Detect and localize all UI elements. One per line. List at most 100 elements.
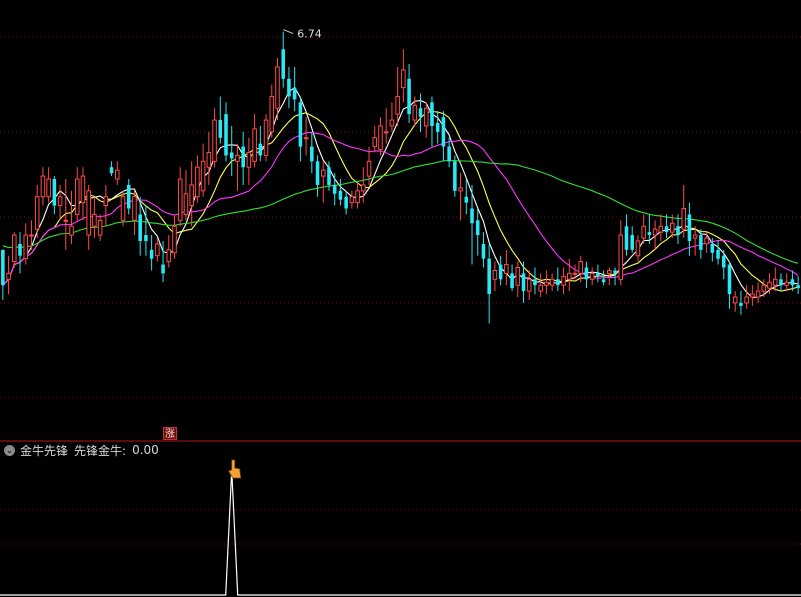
- candle-body: [630, 235, 634, 250]
- candle-body: [492, 269, 498, 280]
- candle-body: [120, 196, 126, 221]
- candle-body: [366, 160, 372, 177]
- candle-body: [126, 184, 131, 209]
- candle-body: [761, 284, 767, 292]
- candle-body: [584, 267, 589, 280]
- candle-body: [46, 178, 51, 198]
- candle-body: [664, 226, 669, 233]
- candle-body: [533, 279, 537, 286]
- candle-body: [647, 232, 652, 236]
- candle-body: [435, 123, 440, 132]
- ma-line-ma5: [2, 86, 799, 299]
- moving-average-lines: [2, 86, 799, 299]
- candle-body: [241, 146, 245, 168]
- candle-body: [218, 120, 223, 138]
- candle-body: [69, 225, 74, 236]
- kline-chart[interactable]: 6.74: [0, 0, 801, 597]
- candle-body: [732, 296, 738, 304]
- candle-body: [269, 95, 275, 133]
- high-price-label: 6.74: [297, 28, 322, 41]
- candle-body: [6, 272, 11, 280]
- candle-body: [395, 95, 400, 115]
- candle-body: [624, 226, 629, 250]
- candle-body: [430, 102, 434, 126]
- candle-body: [767, 281, 772, 289]
- candle-body: [658, 225, 664, 233]
- candle-body: [183, 193, 189, 215]
- candle-body: [412, 104, 418, 121]
- candle-body: [224, 114, 228, 156]
- candle-body: [727, 264, 732, 295]
- candle-body: [189, 184, 194, 207]
- grid-lines: [0, 36, 801, 545]
- candle-body: [613, 270, 617, 274]
- candle-body: [18, 243, 22, 256]
- candle-body: [1, 249, 5, 286]
- candle-body: [796, 285, 800, 289]
- indicator-name: 金牛先锋: [20, 443, 69, 458]
- candle-body: [132, 196, 137, 221]
- candle-body: [332, 184, 337, 194]
- candle-body: [40, 175, 46, 198]
- candle-body: [721, 255, 726, 268]
- candle-body: [441, 117, 446, 147]
- candle-body: [263, 119, 269, 156]
- candle-body: [526, 278, 532, 292]
- candle-body: [206, 151, 212, 168]
- candle-body: [338, 190, 343, 200]
- candle-body: [57, 196, 63, 207]
- candle-body: [372, 137, 378, 148]
- high-marker-arrow: [283, 29, 294, 35]
- high-price-marker: 6.74: [283, 28, 322, 41]
- candle-body: [355, 190, 360, 204]
- candle-body: [138, 214, 142, 241]
- candle-body: [275, 66, 280, 109]
- candles: [1, 31, 800, 324]
- candle-body: [504, 264, 509, 274]
- candle-body: [790, 279, 795, 286]
- candle-body: [521, 273, 526, 292]
- candle-body: [567, 272, 572, 280]
- candle-body: [74, 178, 80, 215]
- candle-body: [12, 234, 17, 263]
- candle-body: [676, 226, 680, 236]
- signal-marker-zhang: 涨: [163, 427, 177, 440]
- candle-body: [418, 108, 423, 118]
- candle-body: [303, 137, 309, 140]
- chevron-down-icon[interactable]: ⌄: [4, 444, 15, 456]
- candle-body: [669, 222, 675, 233]
- candle-body: [487, 258, 491, 295]
- candle-body: [320, 169, 326, 177]
- candle-body: [716, 249, 720, 259]
- candle-body: [172, 225, 177, 254]
- candle-body: [177, 178, 183, 221]
- candle-body: [704, 237, 709, 245]
- candle-body: [344, 196, 348, 209]
- candle-body: [229, 152, 234, 159]
- indicator-value: 0.00: [132, 443, 159, 457]
- candle-body: [561, 275, 566, 286]
- candle-body: [327, 167, 331, 185]
- indicator-header: ⌄ 金牛先锋 先锋金牛: 0.00: [4, 443, 159, 458]
- candle-body: [401, 69, 406, 89]
- candle-body: [281, 49, 285, 79]
- candle-body: [464, 196, 469, 203]
- indicator-value-label: 先锋金牛:: [74, 443, 127, 458]
- candle-body: [310, 146, 314, 162]
- candle-body: [596, 273, 600, 277]
- candle-body: [109, 167, 114, 174]
- indicator-signal-line: [0, 469, 801, 596]
- candle-body: [641, 225, 646, 239]
- candle-body: [52, 179, 57, 206]
- candle-body: [298, 102, 303, 147]
- hand-pointer-icon: [228, 459, 242, 479]
- candle-body: [252, 128, 257, 162]
- candle-body: [349, 196, 355, 204]
- candle-body: [755, 290, 761, 298]
- candle-body: [258, 143, 263, 156]
- candle-body: [475, 220, 480, 236]
- candle-body: [166, 249, 172, 263]
- candle-body: [681, 208, 686, 230]
- candle-body: [161, 264, 165, 274]
- candle-body: [292, 87, 297, 100]
